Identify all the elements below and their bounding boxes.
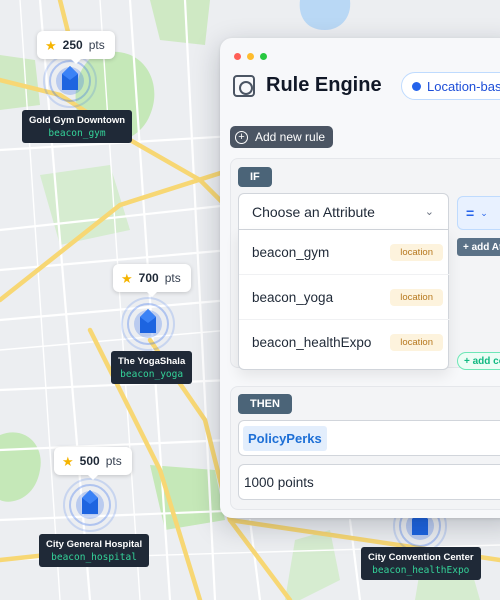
policy-chip: PolicyPerks	[243, 425, 327, 451]
attribute-option-name: beacon_healthExpo	[252, 335, 372, 350]
operator-select[interactable]: = ⌄	[457, 196, 500, 230]
minimize-window-button[interactable]	[247, 53, 254, 60]
rule-type-pill[interactable]: Location-based	[401, 72, 500, 100]
add-rule-label: Add new rule	[255, 130, 326, 144]
add-rule-button[interactable]: + Add new rule	[230, 126, 334, 148]
chevron-down-icon: ⌄	[480, 207, 488, 218]
add-attribute-button[interactable]: + add Attribute	[457, 238, 500, 256]
attribute-placeholder: Choose an Attribute	[252, 203, 375, 220]
beacon-id: beacon_gym	[48, 128, 106, 139]
location-name: The YogaShala	[118, 356, 186, 367]
attribute-type-tag: location	[390, 288, 443, 306]
points-badge-hospital: ★ 500 pts	[54, 447, 132, 480]
attribute-option[interactable]: beacon_gym location	[239, 230, 450, 275]
attribute-type-tag: location	[390, 334, 443, 351]
maximize-window-button[interactable]	[260, 53, 267, 60]
operator-value: =	[466, 205, 475, 221]
beacon-id: beacon_hospital	[51, 552, 137, 563]
chip-icon	[233, 75, 255, 97]
dot-icon	[412, 81, 421, 91]
location-label-gym[interactable]: Gold Gym Downtown beacon_gym	[22, 110, 133, 143]
attribute-option-name: beacon_gym	[252, 244, 330, 260]
location-name: Gold Gym Downtown	[29, 115, 126, 126]
rule-engine-window: Rule Engine Location-based + Add new rul…	[220, 38, 500, 518]
location-name: City General Hospital	[46, 539, 143, 550]
points-value: 500	[79, 454, 100, 468]
rule-type-label: Location-based	[427, 78, 500, 94]
points-field[interactable]: 1000 points	[238, 464, 500, 500]
attribute-option-name: beacon_yoga	[252, 289, 334, 305]
star-icon: ★	[121, 270, 133, 286]
points-value: 250	[62, 38, 83, 52]
points-badge-gym: ★ 250 pts	[37, 31, 115, 64]
attribute-type-tag: location	[390, 243, 443, 261]
policy-field[interactable]: PolicyPerks	[238, 420, 500, 456]
plus-circle-icon: +	[235, 130, 248, 144]
points-value: 700	[138, 271, 159, 285]
attribute-menu: beacon_gym location beacon_yoga location…	[238, 230, 450, 370]
location-label-convention[interactable]: City Convention Center beacon_healthExpo	[361, 547, 481, 580]
panel-title: Rule Engine	[266, 74, 382, 96]
attribute-option[interactable]: beacon_yoga location	[239, 275, 450, 320]
points-unit: pts	[88, 38, 105, 52]
attribute-option[interactable]: beacon_healthExpo location	[239, 320, 450, 365]
add-condition-button[interactable]: + add condition	[457, 352, 500, 370]
star-icon: ★	[62, 453, 74, 469]
points-badge-yoga: ★ 700 pts	[113, 264, 191, 297]
location-name: City Convention Center	[368, 552, 474, 563]
star-icon: ★	[45, 37, 57, 53]
points-unit: pts	[164, 271, 181, 285]
location-label-yoga[interactable]: The YogaShala beacon_yoga	[111, 351, 193, 384]
window-controls	[234, 53, 267, 60]
location-label-hospital[interactable]: City General Hospital beacon_hospital	[39, 534, 150, 567]
points-unit: pts	[105, 454, 122, 468]
chevron-down-icon: ⌄	[424, 206, 434, 218]
beacon-id: beacon_yoga	[120, 369, 184, 380]
attribute-dropdown[interactable]: Choose an Attribute ⌄	[238, 193, 449, 230]
then-label: THEN	[238, 394, 292, 414]
beacon-id: beacon_healthExpo	[372, 565, 470, 576]
close-window-button[interactable]	[234, 53, 241, 60]
if-label: IF	[238, 167, 272, 187]
